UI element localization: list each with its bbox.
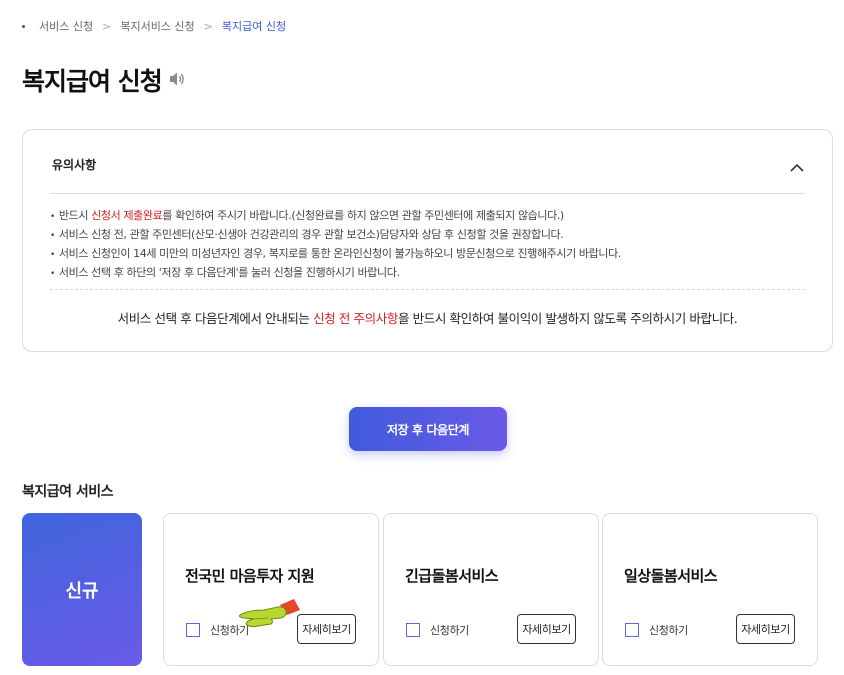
notice-item: 서비스 선택 후 하단의 '저장 후 다음단계'를 눌러 신청을 진행하시기 바…	[50, 264, 621, 283]
service-card: 긴급돌봄서비스 신청하기 자세히보기	[383, 513, 599, 666]
service-title: 일상돌봄서비스	[624, 567, 718, 585]
notice-panel: 유의사항 반드시 신청서 제출완료를 확인하여 주시기 바랍니다.(신청완료를 …	[22, 129, 833, 352]
apply-checkbox[interactable]	[625, 623, 639, 637]
breadcrumb-item-welfare-service-apply[interactable]: 복지서비스 신청	[120, 18, 194, 34]
apply-checkbox-row[interactable]: 신청하기	[625, 622, 688, 638]
chevron-right-icon: >	[203, 19, 213, 33]
breadcrumb-item-service-apply[interactable]: 서비스 신청	[39, 18, 93, 34]
detail-button[interactable]: 자세히보기	[517, 614, 576, 644]
notice-list: 반드시 신청서 제출완료를 확인하여 주시기 바랍니다.(신청완료를 하지 않으…	[50, 207, 621, 283]
breadcrumb-current: 복지급여 신청	[221, 20, 287, 33]
notice-heading: 유의사항	[52, 158, 97, 172]
apply-checkbox-label[interactable]: 신청하기	[430, 622, 469, 638]
notice-item: 서비스 신청인이 14세 미만의 미성년자인 경우, 복지로를 통한 온라인신청…	[50, 245, 621, 264]
service-card: 일상돌봄서비스 신청하기 자세히보기	[602, 513, 818, 666]
new-badge-card: 신규	[22, 513, 142, 666]
detail-button[interactable]: 자세히보기	[297, 614, 356, 644]
notice-item: 서비스 신청 전, 관할 주민센터(산모·신생아 건강관리의 경우 관할 보건소…	[50, 226, 621, 245]
apply-checkbox-label[interactable]: 신청하기	[649, 622, 688, 638]
detail-button[interactable]: 자세히보기	[736, 614, 795, 644]
service-card: 전국민 마음투자 지원 신청하기 자세히보기	[163, 513, 379, 666]
save-and-next-button[interactable]: 저장 후 다음단계	[349, 407, 507, 451]
service-title: 긴급돌봄서비스	[405, 567, 499, 585]
dashed-divider	[50, 289, 805, 290]
new-label: 신규	[65, 580, 99, 602]
apply-checkbox-row[interactable]: 신청하기	[406, 622, 469, 638]
page-title-row: 복지급여 신청	[22, 62, 186, 98]
section-title: 복지급여 서비스	[22, 484, 114, 500]
pointing-hand-icon	[238, 597, 302, 635]
chevron-right-icon: >	[102, 19, 112, 33]
apply-checkbox[interactable]	[186, 623, 200, 637]
service-title: 전국민 마음투자 지원	[185, 567, 315, 585]
chevron-up-icon[interactable]	[790, 157, 804, 176]
speaker-icon[interactable]	[168, 71, 186, 91]
divider	[50, 193, 805, 194]
home-dot-icon	[22, 24, 25, 28]
apply-checkbox[interactable]	[406, 623, 420, 637]
notice-item: 반드시 신청서 제출완료를 확인하여 주시기 바랍니다.(신청완료를 하지 않으…	[50, 207, 621, 226]
breadcrumb: 서비스 신청 > 복지서비스 신청 > 복지급여 신청	[22, 18, 286, 34]
notice-footer: 서비스 선택 후 다음단계에서 안내되는 신청 전 주의사항을 반드시 확인하여…	[117, 311, 738, 326]
page-title: 복지급여 신청	[22, 67, 163, 96]
